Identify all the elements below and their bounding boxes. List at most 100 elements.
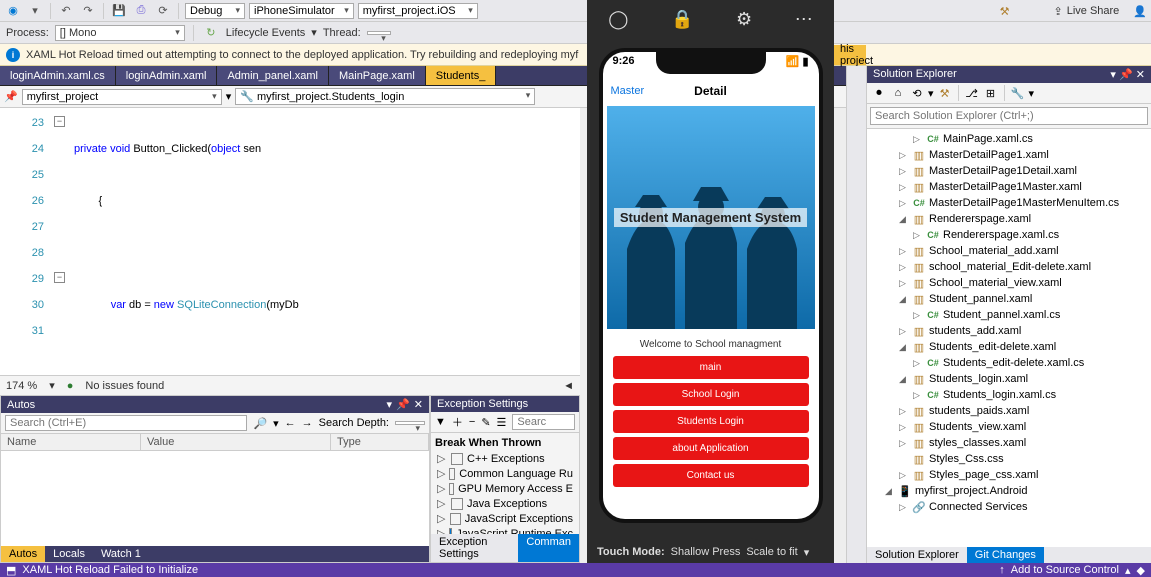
add-icon[interactable]: ＋ [452, 414, 463, 430]
main-button[interactable]: main [613, 356, 809, 379]
pin-icon[interactable]: 📌 [1119, 69, 1133, 81]
close-icon[interactable]: ✕ [414, 398, 423, 411]
pin-icon[interactable]: ▾ [387, 398, 393, 411]
tab-adminpanel[interactable]: Admin_panel.xaml [217, 66, 329, 85]
remove-icon[interactable]: − [469, 416, 475, 428]
thread-dropdown[interactable] [367, 31, 391, 35]
tab-students[interactable]: Students_ [426, 66, 497, 85]
tree-item[interactable]: ▷▥students_add.xaml [867, 323, 1151, 339]
tree-item[interactable]: ▷C#MasterDetailPage1MasterMenuItem.cs [867, 195, 1151, 211]
live-share-button[interactable]: ⚒ ⇪ Live Share 👤 [1000, 0, 1147, 22]
tree-item[interactable]: ▷▥School_material_view.xaml [867, 275, 1151, 291]
save-icon[interactable]: 💾 [110, 2, 128, 20]
contact-button[interactable]: Contact us [613, 464, 809, 487]
lifecycle-icon[interactable]: ↻ [202, 24, 220, 42]
tree-item[interactable]: ▷▥styles_classes.xaml [867, 435, 1151, 451]
tree-item[interactable]: ▷C#Students_login.xaml.cs [867, 387, 1151, 403]
nav-fwd-icon[interactable]: → [302, 417, 313, 429]
undo-icon[interactable]: ↶ [57, 2, 75, 20]
refresh-icon[interactable]: ⟳ [154, 2, 172, 20]
tree-item[interactable]: ▷▥School_material_add.xaml [867, 243, 1151, 259]
about-button[interactable]: about Application [613, 437, 809, 460]
tree-item[interactable]: ▷C#Student_pannel.xaml.cs [867, 307, 1151, 323]
tree-item[interactable]: ◢▥Rendererspage.xaml [867, 211, 1151, 227]
hot-reload-status[interactable]: XAML Hot Reload Failed to Initialize [22, 564, 198, 576]
scale-dropdown[interactable]: Scale to fit [746, 546, 797, 558]
master-button[interactable]: Master [611, 85, 645, 97]
home-icon[interactable]: ⌂ [890, 85, 906, 101]
tab-loginadmin-cs[interactable]: loginAdmin.xaml.cs [0, 66, 116, 85]
git-icon[interactable]: ◆ [1137, 564, 1145, 577]
exception-category[interactable]: ▷Common Language Ru [435, 466, 575, 481]
showall-icon[interactable]: ⊞ [983, 85, 999, 101]
dropdown-icon[interactable]: ▾ [1110, 69, 1116, 81]
account-icon[interactable]: 👤 [1133, 5, 1147, 18]
error-list[interactable]: No issues found [85, 380, 164, 392]
tree-item[interactable]: ▷▥Styles_page_css.xaml [867, 467, 1151, 483]
close-icon[interactable]: ✕ [1136, 69, 1145, 81]
tree-item[interactable]: ▷▥MasterDetailPage1.xaml [867, 147, 1151, 163]
home-icon[interactable]: ⏺ [871, 85, 887, 101]
tree-item[interactable]: ▷C#Rendererspage.xaml.cs [867, 227, 1151, 243]
tab-command[interactable]: Comman [518, 534, 579, 562]
tree-item[interactable]: ▷🔗Connected Services [867, 499, 1151, 515]
tree-item[interactable]: ◢▥Students_edit-delete.xaml [867, 339, 1151, 355]
tree-item[interactable]: ◢▥Students_login.xaml [867, 371, 1151, 387]
tab-exception-settings[interactable]: Exception Settings [431, 534, 518, 562]
tree-item[interactable]: ◢▥Student_pannel.xaml [867, 291, 1151, 307]
tab-locals[interactable]: Locals [45, 546, 93, 562]
exception-category[interactable]: ▷JavaScript Runtime Exc [435, 526, 575, 534]
se-tree[interactable]: ▷C#MainPage.xaml.cs▷▥MasterDetailPage1.x… [867, 129, 1151, 547]
tab-solution-explorer[interactable]: Solution Explorer [867, 547, 967, 563]
tree-item[interactable]: ▷▥MasterDetailPage1Master.xaml [867, 179, 1151, 195]
home-icon[interactable]: ◯ [608, 9, 628, 30]
tree-item[interactable]: ◢📱myfirst_project.Android [867, 483, 1151, 499]
tree-item[interactable]: ▥Styles_Css.css [867, 451, 1151, 467]
se-search-input[interactable] [870, 107, 1148, 125]
redo-icon[interactable]: ↷ [79, 2, 97, 20]
exception-category[interactable]: ▷JavaScript Exceptions [435, 511, 575, 526]
tree-item[interactable]: ▷▥school_material_Edit-delete.xaml [867, 259, 1151, 275]
search-icon[interactable]: 🔎 [253, 417, 267, 430]
exception-category[interactable]: ▷C++ Exceptions [435, 451, 575, 466]
fold-icon[interactable]: − [54, 116, 65, 127]
list-icon[interactable]: ☰ [497, 416, 507, 429]
nav-member[interactable]: 🔧 myfirst_project.Students_login [235, 88, 535, 105]
nav-back-icon[interactable]: ← [285, 417, 296, 429]
saveall-icon[interactable]: ⎙ [132, 2, 150, 20]
fold-icon[interactable]: − [54, 272, 65, 283]
tab-loginadmin-xaml[interactable]: loginAdmin.xaml [116, 66, 218, 85]
exception-category[interactable]: ▷Java Exceptions [435, 496, 575, 511]
scroll-left-icon[interactable]: ◄ [563, 380, 574, 392]
gear-icon[interactable]: ⚙ [736, 9, 752, 30]
nav-scope[interactable]: myfirst_project [22, 89, 222, 105]
pin-icon[interactable]: 📌 [396, 398, 410, 411]
properties-icon[interactable]: 🔧 [1010, 85, 1026, 101]
filter-icon[interactable]: ⚒ [937, 85, 953, 101]
school-login-button[interactable]: School Login [613, 383, 809, 406]
minimap-scroll[interactable] [846, 66, 866, 563]
edit-icon[interactable]: ✎ [481, 416, 490, 429]
lock-icon[interactable]: 🔒 [671, 9, 693, 30]
tab-autos[interactable]: Autos [1, 546, 45, 562]
code-content[interactable]: private void Button_Clicked(object sen {… [74, 108, 580, 375]
tree-item[interactable]: ▷▥Students_view.xaml [867, 419, 1151, 435]
config-dropdown[interactable]: Debug [185, 3, 245, 19]
sync-icon[interactable]: ⟲ [909, 85, 925, 101]
filter-icon[interactable]: ▼ [435, 416, 446, 428]
fwd-icon[interactable]: ▾ [26, 2, 44, 20]
tree-item[interactable]: ▷C#Students_edit-delete.xaml.cs [867, 355, 1151, 371]
branch-icon[interactable]: ⎇ [964, 85, 980, 101]
fold-gutter[interactable]: − − [52, 108, 74, 375]
process-dropdown[interactable]: [] Mono [55, 25, 185, 41]
students-login-button[interactable]: Students Login [613, 410, 809, 433]
project-dropdown[interactable]: myfirst_project.iOS [358, 3, 478, 19]
tree-item[interactable]: ▷▥MasterDetailPage1Detail.xaml [867, 163, 1151, 179]
back-icon[interactable]: ◉ [4, 2, 22, 20]
touch-mode-dropdown[interactable]: Shallow Press [671, 546, 741, 558]
autos-search-input[interactable] [5, 415, 247, 431]
tree-item[interactable]: ▷C#MainPage.xaml.cs [867, 131, 1151, 147]
source-control-button[interactable]: Add to Source Control [1011, 564, 1119, 576]
zoom-level[interactable]: 174 % [6, 380, 37, 392]
toolbox-icon[interactable]: ⚒ [1000, 5, 1010, 18]
